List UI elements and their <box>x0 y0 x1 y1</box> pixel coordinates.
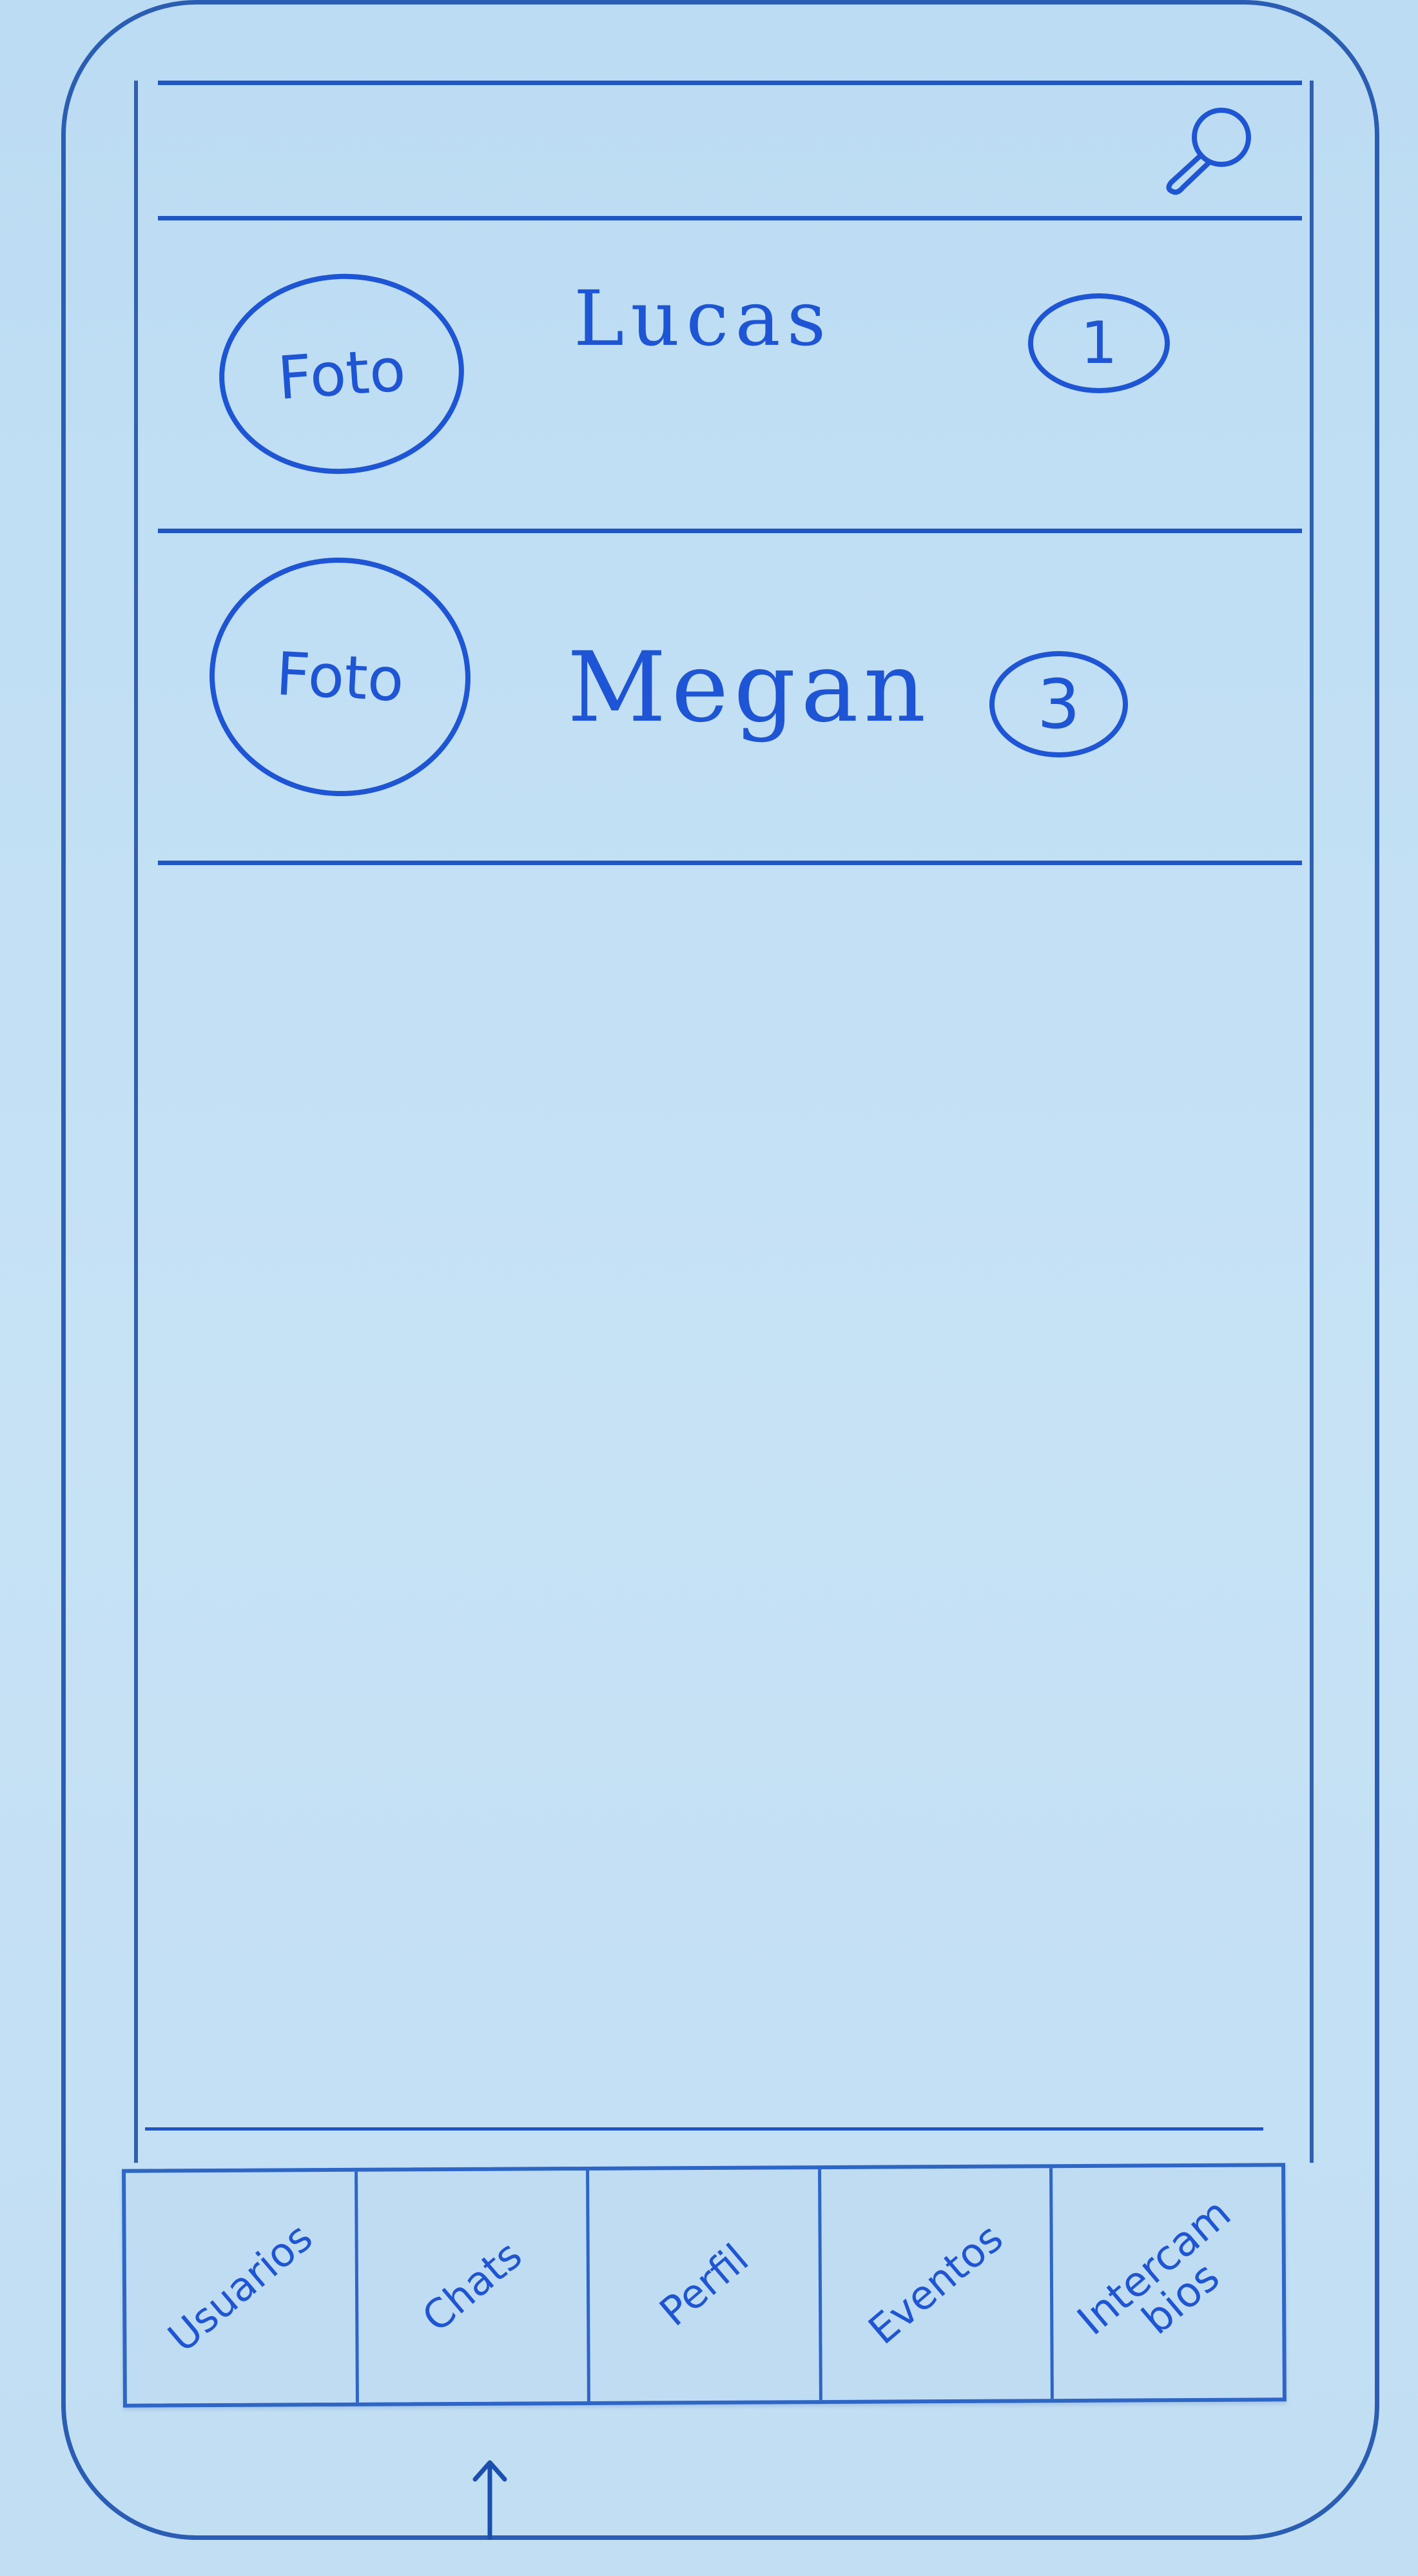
avatar: Foto <box>203 551 477 803</box>
unread-count-badge: 3 <box>989 651 1128 757</box>
contact-name: Lucas <box>574 274 833 363</box>
tab-label: Chats <box>413 2231 531 2341</box>
tab-perfil[interactable]: Perfil <box>589 2169 822 2401</box>
unread-count-badge: 1 <box>1028 293 1170 393</box>
tab-chats[interactable]: Chats <box>357 2170 591 2403</box>
chat-row-divider <box>158 529 1302 533</box>
tab-eventos[interactable]: Eventos <box>821 2168 1054 2401</box>
header-top-divider <box>158 81 1302 85</box>
bottom-tab-bar: Usuarios Chats Perfil Eventos Intercam b… <box>122 2163 1287 2408</box>
tab-label: Perfil <box>650 2234 757 2336</box>
chat-row-lucas[interactable]: Foto Lucas 1 <box>148 222 1296 525</box>
avatar: Foto <box>212 266 471 482</box>
up-arrow-icon <box>472 2460 507 2540</box>
tab-usuarios[interactable]: Usuarios <box>126 2171 359 2404</box>
search-icon[interactable] <box>1157 100 1260 203</box>
content-bottom-divider <box>145 2127 1263 2131</box>
contact-name: Megan <box>567 632 931 744</box>
tab-label: Intercam bios <box>1069 2189 1240 2345</box>
header-bottom-divider <box>158 216 1302 220</box>
chat-row-megan[interactable]: Foto Megan 3 <box>148 535 1296 857</box>
tab-intercambios[interactable]: Intercam bios <box>1053 2167 1282 2399</box>
tab-label: Usuarios <box>159 2213 322 2361</box>
chat-row-divider <box>158 861 1302 865</box>
tab-label: Eventos <box>859 2214 1012 2354</box>
